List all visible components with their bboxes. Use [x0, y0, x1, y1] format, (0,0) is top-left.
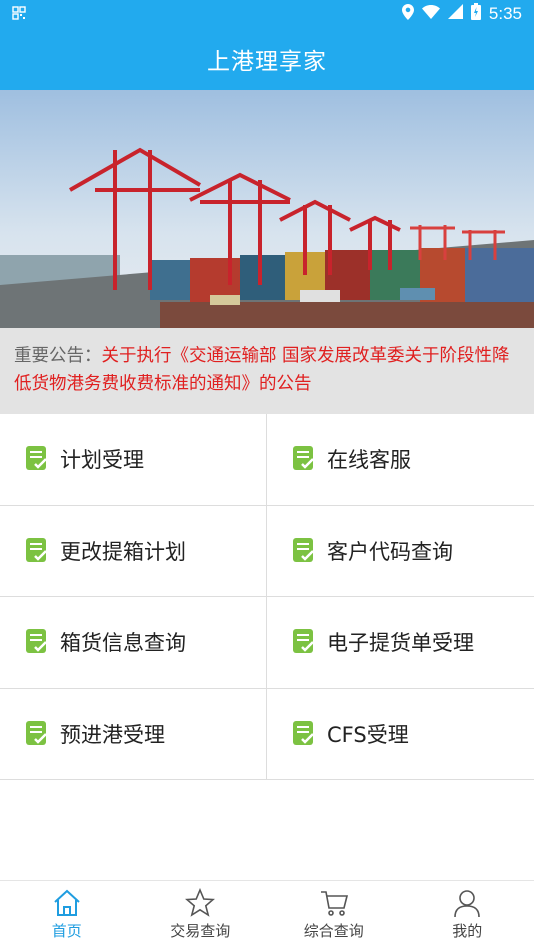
signal-icon	[447, 4, 463, 23]
tab-home[interactable]: 首页	[0, 881, 134, 950]
tab-mine[interactable]: 我的	[401, 881, 534, 950]
tab-label: 综合查询	[303, 922, 364, 940]
tab-transaction-query[interactable]: 交易查询	[134, 881, 268, 950]
menu-item-change-pickup-plan[interactable]: 更改提箱计划	[0, 505, 267, 596]
menu-item-label: 在线客服	[327, 448, 411, 473]
status-bar: 5:35	[0, 0, 534, 28]
document-check-icon	[293, 446, 314, 471]
menu-item-cfs-acceptance[interactable]: CFS受理	[267, 689, 534, 780]
document-check-icon	[26, 720, 47, 745]
status-time: 5:35	[488, 3, 522, 23]
important-notice[interactable]: 重要公告：关于执行《交通运输部 国家发展改革委关于阶段性降低货物港务费收费标准的…	[0, 328, 534, 414]
app-header: 上港理享家	[0, 28, 534, 90]
qr-notification-icon	[12, 6, 26, 23]
menu-row: 箱货信息查询 电子提货单受理	[0, 597, 534, 689]
tab-label: 交易查询	[170, 922, 231, 940]
menu-item-pre-entry-acceptance[interactable]: 预进港受理	[0, 688, 267, 779]
tab-label: 首页	[51, 922, 82, 940]
menu-item-label: 箱货信息查询	[60, 631, 186, 656]
document-check-icon	[293, 720, 314, 745]
user-icon	[454, 890, 481, 918]
home-icon	[54, 889, 80, 916]
menu-item-label: 更改提箱计划	[60, 539, 186, 564]
menu-row: 预进港受理 CFS受理	[0, 688, 534, 780]
wifi-icon	[421, 4, 440, 23]
document-check-icon	[293, 537, 314, 562]
menu-item-label: 电子提货单受理	[327, 631, 474, 656]
tab-label: 我的	[452, 922, 483, 940]
document-check-icon	[26, 537, 47, 562]
service-menu-grid: 计划受理 在线客服 更改提箱计划 客户代码查询 箱货信息查询 电子提货单受理 预…	[0, 414, 534, 780]
bottom-tab-bar: 首页 交易查询 综合查询 我的	[0, 880, 534, 950]
star-icon	[185, 888, 216, 917]
menu-item-e-delivery-order[interactable]: 电子提货单受理	[267, 597, 534, 688]
menu-item-online-service[interactable]: 在线客服	[267, 414, 534, 505]
document-check-icon	[26, 629, 47, 654]
cart-icon	[320, 891, 348, 916]
port-banner-image[interactable]	[0, 90, 534, 328]
location-icon	[401, 3, 414, 24]
menu-row: 更改提箱计划 客户代码查询	[0, 505, 534, 597]
menu-item-plan-acceptance[interactable]: 计划受理	[0, 414, 267, 505]
battery-icon	[470, 3, 481, 24]
menu-row: 计划受理 在线客服	[0, 414, 534, 506]
document-check-icon	[26, 446, 47, 471]
menu-item-label: 计划受理	[60, 448, 144, 473]
menu-item-label: CFS受理	[327, 722, 409, 747]
notice-label: 重要公告：	[14, 346, 102, 366]
menu-item-label: 客户代码查询	[327, 539, 453, 564]
tab-general-query[interactable]: 综合查询	[267, 881, 401, 950]
menu-item-cargo-info-query[interactable]: 箱货信息查询	[0, 597, 267, 688]
document-check-icon	[293, 629, 314, 654]
menu-item-label: 预进港受理	[60, 722, 165, 747]
page-title: 上港理享家	[207, 49, 327, 75]
menu-item-customer-code-query[interactable]: 客户代码查询	[267, 506, 534, 597]
